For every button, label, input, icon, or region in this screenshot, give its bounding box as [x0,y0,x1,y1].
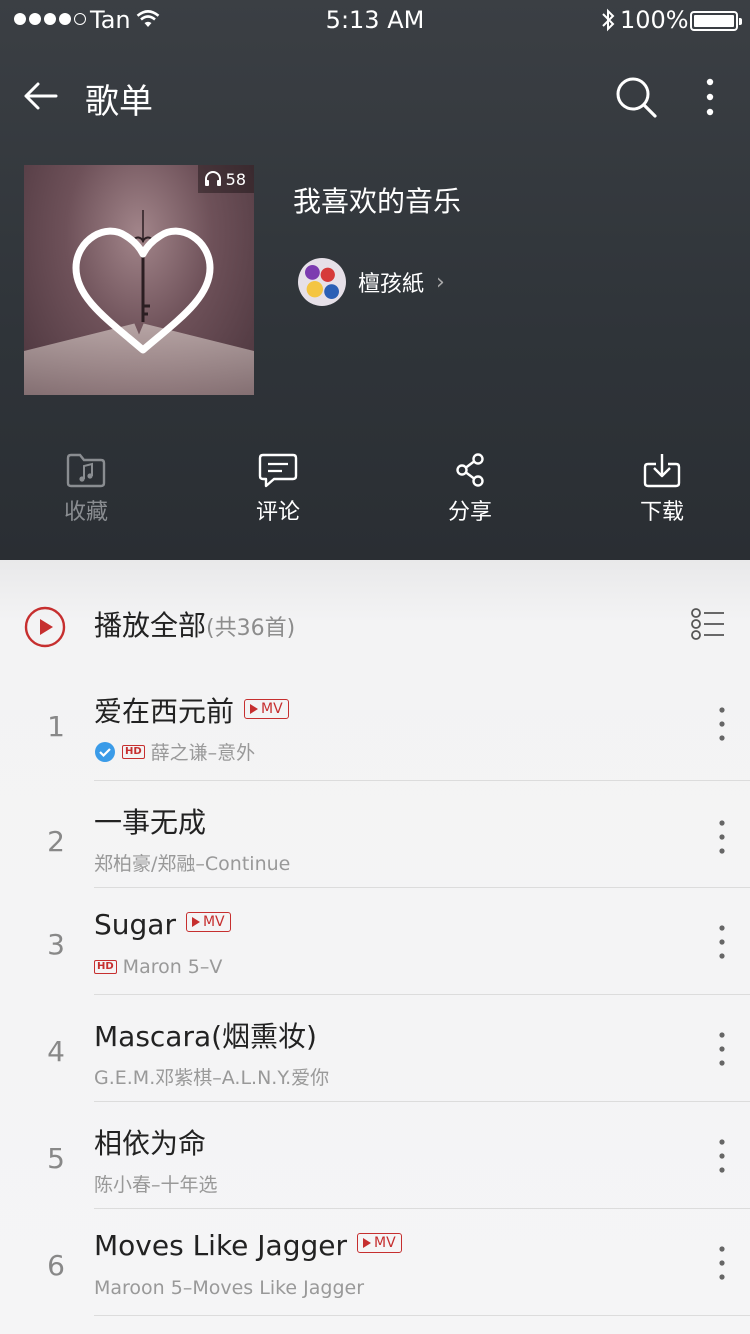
play-circle-icon[interactable] [24,606,66,648]
song-row[interactable]: 3 Sugar MV HD Maron 5–V [0,888,750,995]
song-subtitle-line: HD Maron 5–V [94,956,222,978]
song-title-line: Moves Like Jagger MV [94,1229,402,1262]
page-title: 歌单 [85,82,153,122]
song-index: 4 [47,1035,65,1068]
creator-name: 檀孩紙 [358,272,425,297]
song-row[interactable]: 6 Moves Like Jagger MV Maroon 5–Moves Lik… [0,1209,750,1316]
download-icon [643,454,681,488]
song-row[interactable]: 4 Mascara(烟熏妆) G.E.M.邓紫棋–A.L.N.Y.爱你 [0,995,750,1102]
song-subtitle-line: Maroon 5–Moves Like Jagger [94,1277,364,1299]
mv-label: MV [374,1235,396,1251]
song-count: (共36首) [206,616,296,641]
mv-label: MV [202,914,225,930]
song-subtitle-line: 陈小春–十年选 [94,1170,218,1197]
song-row[interactable]: 5 相依为命 陈小春–十年选 [0,1102,750,1209]
song-more-icon[interactable] [712,1245,732,1281]
creator-link[interactable]: 檀孩紙 › [298,258,445,306]
play-triangle-icon [363,1238,371,1248]
share-label: 分享 [447,500,492,525]
song-subtitle-line: HD 薛之谦–意外 [94,738,255,765]
play-triangle-icon [250,704,259,714]
hd-badge: HD [94,960,117,974]
song-list-area: 播放全部(共36首) 1 爱在西元前 MV HD 薛之谦–意外 2 一事无成 郑… [0,560,750,1334]
battery-percentage: 100% [620,6,689,34]
playlist-title: 我喜欢的音乐 [293,185,462,218]
song-title: 一事无成 [94,806,207,839]
song-more-icon[interactable] [712,924,732,960]
mv-badge[interactable]: MV [185,912,231,932]
play-all-label[interactable]: 播放全部(共36首) [94,604,295,644]
song-index: 2 [47,825,65,858]
play-triangle-icon [191,917,200,927]
song-title-line: 爱在西元前 MV [94,690,289,730]
song-row[interactable]: 2 一事无成 郑柏豪/郑融–Continue [0,781,750,888]
song-artist-album: Maroon 5–Moves Like Jagger [94,1277,365,1299]
song-more-icon[interactable] [712,706,732,742]
collect-button[interactable]: 收藏 [26,452,146,526]
song-index: 1 [47,710,65,743]
download-button[interactable]: 下载 [602,452,722,526]
download-label: 下载 [639,500,684,525]
play-count: 58 [225,169,246,189]
action-row: 收藏 评论 分享 下载 [0,452,750,532]
status-bar: Tan 5:13 AM 100% [0,0,750,40]
comment-label: 评论 [255,500,300,525]
song-title: Sugar [94,908,176,941]
back-arrow-icon[interactable] [20,76,60,116]
play-all-text: 播放全部 [94,609,207,642]
song-title-line: Sugar MV [94,908,231,941]
comment-icon [258,453,298,488]
song-subtitle-line: 郑柏豪/郑融–Continue [94,849,290,876]
share-button[interactable]: 分享 [410,452,530,526]
song-index: 3 [47,928,65,961]
song-index: 5 [47,1142,65,1175]
song-index: 6 [47,1249,65,1282]
playlist-header: Tan 5:13 AM 100% 歌单 58 我喜欢的音乐 檀孩紙 › 收藏 评… [0,0,750,560]
song-row[interactable]: 1 爱在西元前 MV HD 薛之谦–意外 [0,674,750,781]
headphones-icon [204,171,221,186]
play-all-row[interactable]: 播放全部(共36首) [0,600,750,654]
song-title: 爱在西元前 [94,695,235,728]
song-artist-album: 薛之谦–意外 [150,742,256,764]
bluetooth-icon [602,8,615,32]
creator-avatar [298,258,346,306]
share-icon [456,453,484,487]
playlist-cover[interactable]: 58 [24,165,254,395]
battery-icon [690,11,742,31]
multi-select-list-icon[interactable] [690,608,726,640]
folder-music-icon [66,453,106,488]
song-more-icon[interactable] [712,1138,732,1174]
hd-badge: HD [122,744,145,759]
row-divider [94,1315,750,1316]
collect-label: 收藏 [63,500,108,525]
heart-key-illustration [72,210,214,354]
song-title: 相依为命 [94,1127,207,1160]
downloaded-check-icon [95,741,115,762]
mv-badge[interactable]: MV [357,1233,402,1253]
song-more-icon[interactable] [712,819,732,855]
song-artist-album: 陈小春–十年选 [94,1174,218,1196]
comment-button[interactable]: 评论 [218,452,338,526]
play-count-badge: 58 [197,165,254,193]
mv-badge[interactable]: MV [244,699,289,719]
song-title: Mascara(烟熏妆) [94,1020,317,1053]
chevron-right-icon: › [436,269,445,295]
song-title: Moves Like Jagger [94,1229,347,1262]
song-artist-album: G.E.M.邓紫棋–A.L.N.Y.爱你 [94,1067,330,1089]
search-icon[interactable] [613,74,659,120]
song-subtitle-line: G.E.M.邓紫棋–A.L.N.Y.爱你 [94,1063,329,1090]
mv-label: MV [261,701,283,717]
more-options-icon[interactable] [695,74,725,120]
song-more-icon[interactable] [712,1031,732,1067]
song-artist-album: Maron 5–V [122,956,223,978]
song-artist-album: 郑柏豪/郑融–Continue [94,853,291,875]
